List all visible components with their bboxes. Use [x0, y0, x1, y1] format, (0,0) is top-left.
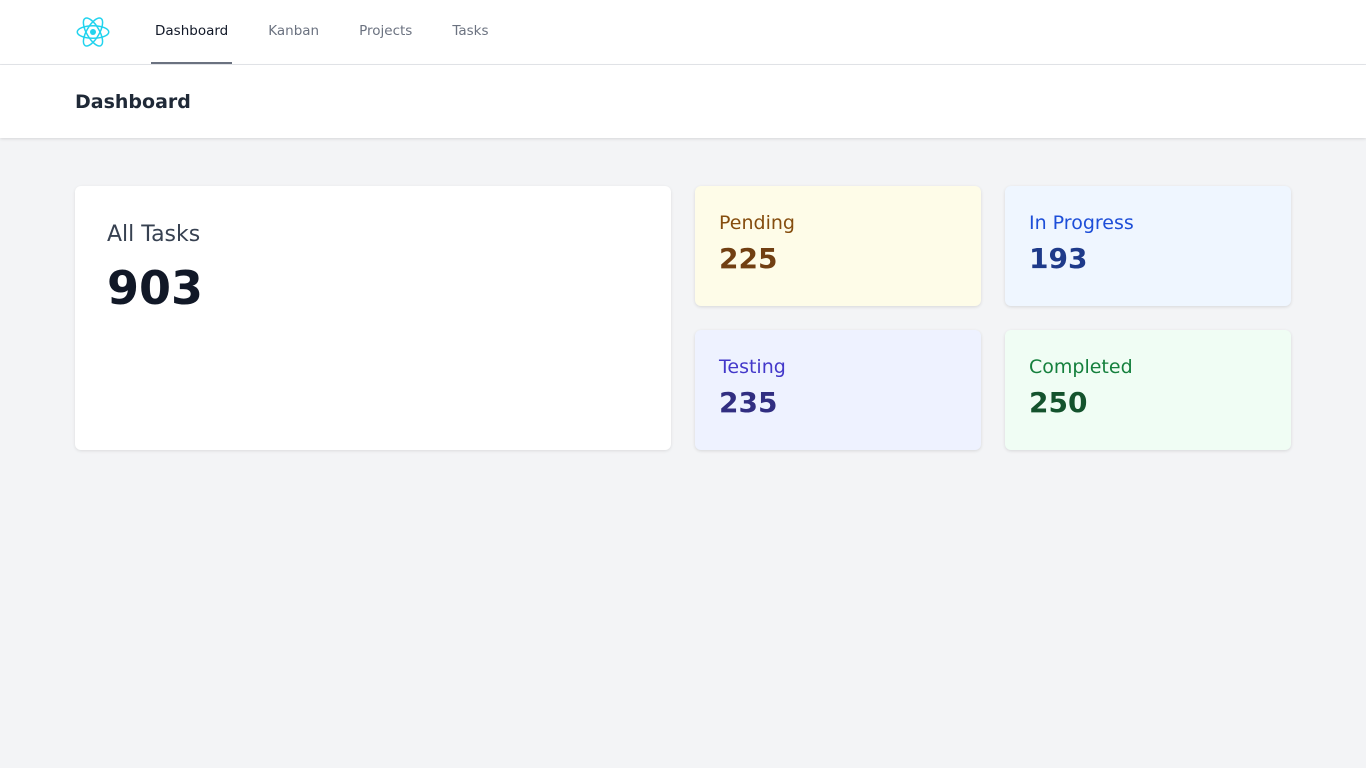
pending-label: Pending [719, 212, 795, 234]
pending-card: Pending 225 [695, 186, 981, 306]
all-tasks-count: 903 [107, 261, 204, 315]
page-title: Dashboard [75, 90, 191, 113]
in-progress-card: In Progress 193 [1005, 186, 1291, 306]
all-tasks-label: All Tasks [107, 222, 201, 247]
testing-card: Testing 235 [695, 330, 981, 450]
in-progress-count: 193 [1029, 242, 1088, 275]
completed-label: Completed [1029, 356, 1133, 378]
react-atom-icon[interactable] [75, 0, 111, 64]
status-cards: Pending 225 In Progress 193 Testing 235 … [695, 186, 1291, 450]
nav-link-projects[interactable]: Projects [355, 0, 416, 64]
completed-count: 250 [1029, 386, 1088, 419]
testing-label: Testing [719, 356, 786, 378]
all-tasks-card: All Tasks 903 [75, 186, 671, 450]
top-navigation: Dashboard Kanban Projects Tasks [0, 0, 1366, 65]
in-progress-label: In Progress [1029, 212, 1134, 234]
nav-link-dashboard[interactable]: Dashboard [151, 0, 233, 64]
nav-link-tasks[interactable]: Tasks [448, 0, 492, 64]
completed-card: Completed 250 [1005, 330, 1291, 450]
nav-links: Dashboard Kanban Projects Tasks [151, 0, 525, 64]
testing-count: 235 [719, 386, 778, 419]
page-header: Dashboard [0, 65, 1366, 138]
nav-link-kanban[interactable]: Kanban [264, 0, 323, 64]
dashboard-content: All Tasks 903 Pending 225 In Progress 19… [0, 138, 1366, 450]
pending-count: 225 [719, 242, 778, 275]
